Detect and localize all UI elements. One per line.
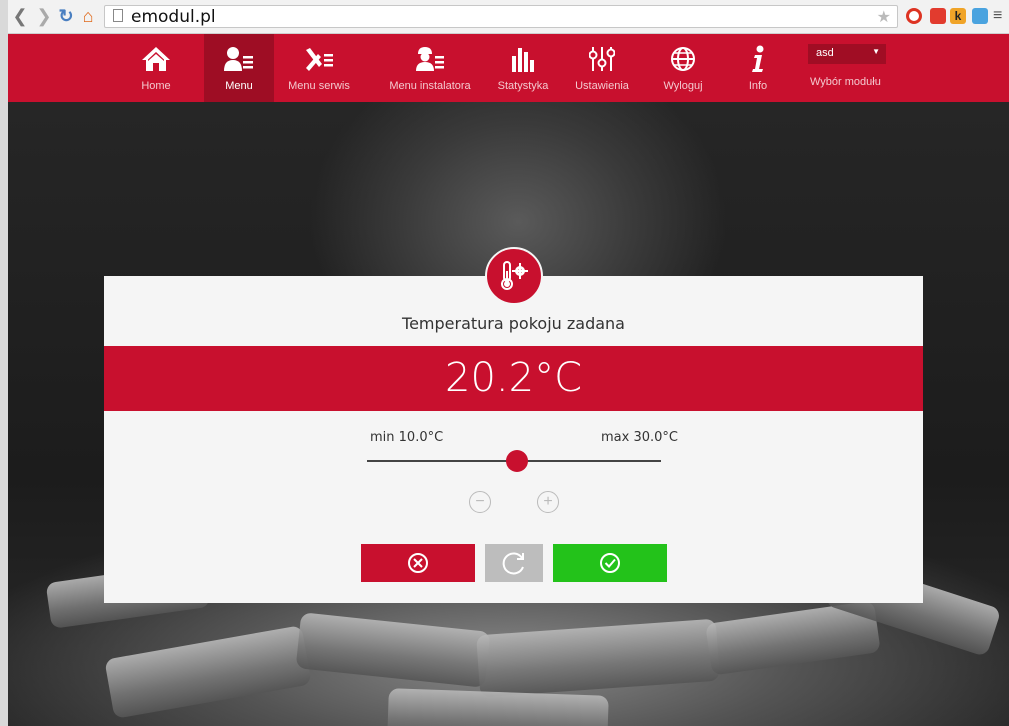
url-text[interactable]: emodul.pl: [131, 7, 216, 27]
dropdown-caret-icon: ▼: [872, 47, 880, 56]
module-select[interactable]: asd ▼: [808, 44, 886, 64]
module-select-value: asd: [816, 47, 834, 59]
info-icon: [750, 44, 766, 74]
plus-icon: +: [543, 493, 553, 510]
tools-icon: [304, 44, 334, 74]
nav-label: Statystyka: [497, 80, 549, 92]
home-icon: [141, 44, 171, 74]
main-navbar: Home Menu Menu serwis Menu instalatora S…: [8, 34, 1009, 102]
cancel-button[interactable]: [361, 544, 475, 582]
thermometer-gear-icon: [501, 261, 528, 290]
browser-menu-icon[interactable]: ≡: [993, 7, 1002, 25]
minus-icon: −: [475, 493, 485, 510]
close-circle-icon: [408, 553, 428, 573]
dialog-title: Temperatura pokoju zadana: [402, 314, 625, 333]
check-circle-icon: [600, 553, 620, 573]
nav-item-home[interactable]: Home: [126, 34, 186, 102]
module-select-label: Wybór modułu: [810, 76, 881, 88]
refresh-icon: [502, 552, 524, 575]
module-selector: asd ▼ Wybór modułu: [808, 44, 908, 94]
confirm-button[interactable]: [553, 544, 667, 582]
thermostat-badge: [485, 247, 543, 305]
back-button[interactable]: ❮: [10, 6, 30, 26]
reload-button[interactable]: ↻: [56, 6, 76, 26]
bookmark-star-icon[interactable]: ★: [877, 7, 891, 27]
nav-label: Info: [748, 80, 768, 92]
browser-toolbar: ❮ ❯ ↻ ⌂ emodul.pl ★ k ≡: [0, 0, 1009, 34]
max-temperature-label: max 30.0°C: [601, 430, 678, 445]
nav-item-installer-menu[interactable]: Menu instalatora: [380, 34, 480, 102]
user-menu-icon: [224, 44, 254, 74]
extension-icon[interactable]: [972, 8, 988, 24]
temperature-value: 20.2°C: [104, 346, 923, 411]
nav-label: Home: [141, 80, 171, 92]
temperature-slider-thumb[interactable]: [505, 450, 528, 472]
nav-item-settings[interactable]: Ustawienia: [562, 34, 642, 102]
installer-icon: [415, 44, 445, 74]
background-decoration: [387, 688, 609, 726]
page-icon: [113, 9, 123, 22]
nav-item-service-menu[interactable]: Menu serwis: [284, 34, 354, 102]
nav-label: Ustawienia: [575, 80, 629, 92]
extension-icon[interactable]: [930, 8, 946, 24]
bar-chart-icon: [510, 44, 536, 74]
extension-icon[interactable]: [906, 8, 922, 24]
nav-label: Menu instalatora: [389, 80, 471, 92]
decrement-button[interactable]: −: [469, 491, 491, 513]
forward-button[interactable]: ❯: [34, 6, 54, 26]
nav-label: Wyloguj: [663, 80, 703, 92]
nav-label: Menu: [225, 80, 253, 92]
browser-home-button[interactable]: ⌂: [78, 6, 98, 26]
sliders-icon: [589, 44, 615, 74]
min-temperature-label: min 10.0°C: [370, 430, 444, 445]
nav-label: Menu serwis: [288, 80, 350, 92]
extension-icon[interactable]: k: [950, 8, 966, 24]
temperature-dialog: Temperatura pokoju zadana 20.2°C min 10.…: [104, 276, 923, 603]
globe-icon: [670, 44, 696, 74]
nav-item-menu[interactable]: Menu: [204, 34, 274, 102]
window-edge: [0, 0, 8, 726]
nav-item-statistics[interactable]: Statystyka: [488, 34, 558, 102]
background-decoration: [295, 612, 491, 688]
nav-item-logout[interactable]: Wyloguj: [648, 34, 718, 102]
address-bar[interactable]: emodul.pl ★: [104, 5, 898, 28]
increment-button[interactable]: +: [537, 491, 559, 513]
reset-button[interactable]: [485, 544, 543, 582]
background-decoration: [104, 625, 312, 719]
nav-item-info[interactable]: Info: [728, 34, 788, 102]
background-decoration: [476, 618, 720, 698]
